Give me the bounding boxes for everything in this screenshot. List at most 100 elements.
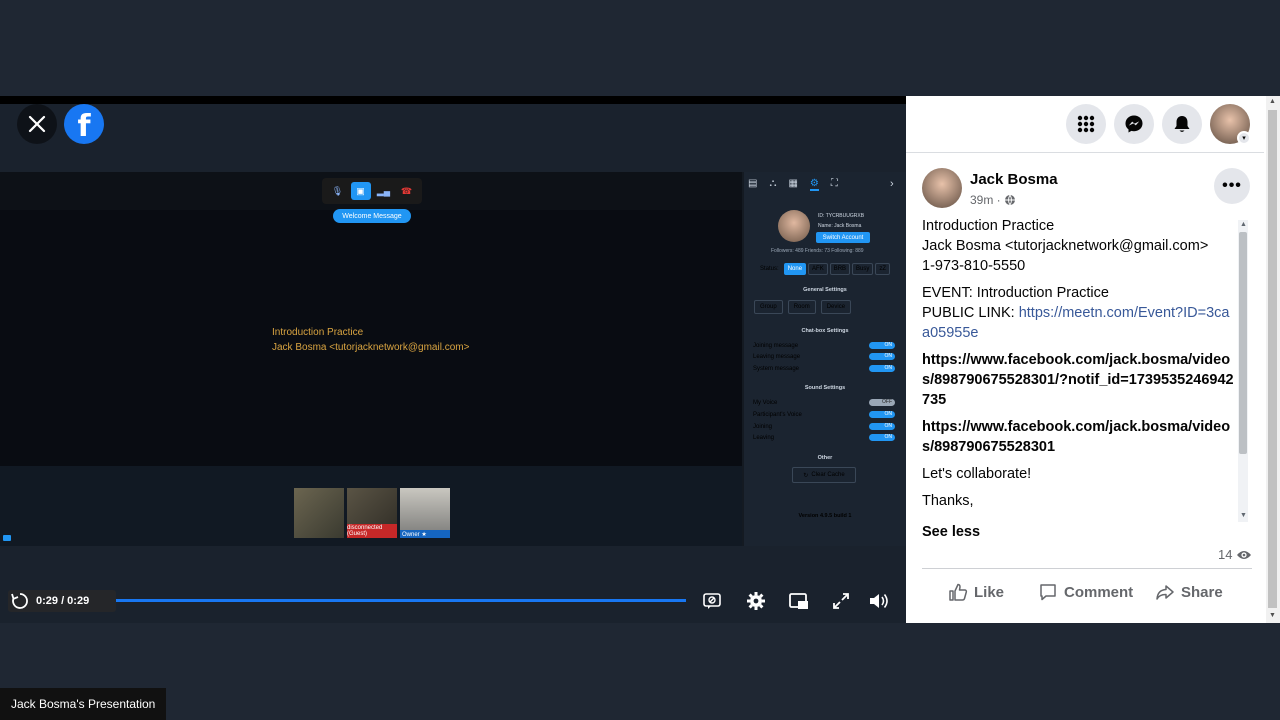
panel-tabs: ▤ ⛬ ▦ ⚙ ⛶ xyxy=(748,178,838,191)
share-button[interactable]: Share xyxy=(1155,580,1223,604)
setting-toggle: ON xyxy=(869,411,895,418)
participant-thumb: disconnected (Guest) xyxy=(347,488,397,538)
post-time-text: 39m · xyxy=(970,193,1001,207)
see-less-link[interactable]: See less xyxy=(922,524,980,540)
bell-icon xyxy=(1174,116,1190,132)
like-button[interactable]: Like xyxy=(948,580,1004,604)
status-option: AFK xyxy=(808,263,828,275)
status-option: Busy xyxy=(852,263,874,275)
setting-row: Joining message ON xyxy=(753,342,895,349)
setting-label: Leaving message xyxy=(753,353,801,360)
picture-in-picture-icon[interactable] xyxy=(788,590,810,612)
settings-icon[interactable] xyxy=(745,590,767,612)
setting-row: Joining ON xyxy=(753,423,895,430)
fullscreen-icon: ⛶ xyxy=(830,178,838,189)
page-scroll-down[interactable]: ▼ xyxy=(1269,612,1276,619)
corner-indicator xyxy=(3,535,11,541)
clear-cache-button: ↻ Clear Cache xyxy=(792,467,856,483)
post-event-block: EVENT: Introduction Practice PUBLIC LINK… xyxy=(922,283,1236,343)
page-scroll-up[interactable]: ▲ xyxy=(1269,98,1276,105)
share-icon xyxy=(1156,585,1174,600)
layout-icon: ▦ xyxy=(788,178,798,189)
setting-label: System message xyxy=(753,365,800,372)
replay-icon[interactable] xyxy=(10,591,30,611)
more-options-button[interactable]: ••• xyxy=(1214,168,1250,204)
setting-label: Participant's Voice xyxy=(753,411,802,418)
setting-toggle: ON xyxy=(869,434,895,441)
setting-row: My Voice OFF xyxy=(753,399,895,406)
author-name[interactable]: Jack Bosma xyxy=(970,171,1058,188)
setting-row: System message ON xyxy=(753,365,895,372)
post-line: Introduction Practice xyxy=(922,218,1055,234)
close-icon xyxy=(28,115,46,133)
post-link-block: https://www.facebook.com/jack.bosma/vide… xyxy=(922,350,1236,410)
shared-title: Introduction Practice xyxy=(272,327,364,338)
status-option: None xyxy=(783,263,807,275)
setting-row: Leaving message ON xyxy=(753,353,895,360)
page-scrollbar-thumb[interactable] xyxy=(1268,110,1277,608)
fullscreen-glyph xyxy=(833,593,849,609)
volume-icon[interactable] xyxy=(868,590,890,612)
notifications-button[interactable] xyxy=(1162,104,1202,144)
share-icon: ⛬ xyxy=(769,178,777,189)
panel-identity: ID: TYCRBUUGRXB Name: Jack Bosma xyxy=(818,211,864,231)
general-settings-buttons: Group Room Device xyxy=(754,300,852,314)
post-link-block: https://www.facebook.com/jack.bosma/vide… xyxy=(922,417,1236,457)
video-link[interactable]: https://www.facebook.com/jack.bosma/vide… xyxy=(922,352,1234,408)
meeting-controls: 🎙 ▣ ▂▄ ☎ xyxy=(322,178,422,204)
room-button: Room xyxy=(787,300,816,314)
post-scrollbar-thumb[interactable] xyxy=(1239,232,1247,454)
messenger-icon xyxy=(1125,115,1143,133)
facebook-logo[interactable]: f xyxy=(64,104,104,144)
scroll-down-arrow[interactable]: ▼ xyxy=(1240,512,1247,519)
close-button[interactable] xyxy=(17,104,57,144)
followers-line: Followers: 489 Friends: 73 Following: 88… xyxy=(771,248,864,254)
photo-viewer: f 🎙 ▣ ▂▄ ☎ Welcome Message Introduction … xyxy=(0,0,1280,720)
post-line: Thanks, xyxy=(922,493,974,509)
settings-glyph xyxy=(747,592,765,610)
messenger-button[interactable] xyxy=(1114,104,1154,144)
progress-bar[interactable] xyxy=(116,599,686,602)
setting-toggle: ON xyxy=(869,365,895,372)
volume-glyph xyxy=(870,594,888,608)
setting-toggle: ON xyxy=(869,423,895,430)
globe-icon xyxy=(1004,194,1015,206)
eye-icon xyxy=(1237,550,1252,559)
status-option: BRB xyxy=(829,263,851,275)
setting-row: Leaving ON xyxy=(753,434,895,441)
playback-bar xyxy=(0,584,906,620)
sound-settings-title: Sound Settings xyxy=(804,385,846,391)
menu-button[interactable] xyxy=(1066,104,1106,144)
setting-row: Participant's Voice ON xyxy=(753,411,895,418)
settings-gear-icon: ⚙ xyxy=(809,178,819,191)
chat-icon: ▤ xyxy=(748,178,758,189)
like-label: Like xyxy=(974,583,1005,601)
comment-icon xyxy=(1040,584,1056,601)
chatbox-settings-title: Chat-box Settings xyxy=(801,328,849,334)
fullscreen-icon[interactable] xyxy=(830,590,852,612)
presentation-caption: Jack Bosma's Presentation xyxy=(0,688,167,720)
post-line: Let's collaborate! xyxy=(922,466,1032,482)
setting-label: Joining xyxy=(753,423,773,430)
post-line: Jack Bosma <tutorjacknetwork@gmail.com> xyxy=(922,238,1209,254)
thumb-role: Owner ★ xyxy=(400,530,450,538)
comment-button[interactable]: Comment xyxy=(1038,580,1133,604)
post-line: 1-973-810-5550 xyxy=(922,258,1026,274)
welcome-message-button: Welcome Message xyxy=(333,209,411,223)
setting-toggle: ON xyxy=(869,342,895,349)
participant-thumb: Owner ★ xyxy=(400,488,450,538)
pip-glyph xyxy=(789,593,808,609)
captions-glyph xyxy=(703,593,721,609)
captions-icon[interactable] xyxy=(701,590,723,612)
actions-divider xyxy=(922,568,1252,569)
post-timestamp[interactable]: 39m · xyxy=(970,193,1016,207)
facebook-logo-letter: f xyxy=(77,109,91,144)
status-label: Status: xyxy=(760,266,779,272)
chevron-down-icon[interactable]: ▾ xyxy=(1237,131,1251,145)
panel-id: ID: TYCRBUUGRXB xyxy=(818,213,865,219)
author-avatar[interactable] xyxy=(922,168,962,208)
shared-email: Jack Bosma <tutorjacknetwork@gmail.com> xyxy=(272,342,470,353)
post-body: Introduction Practice Jack Bosma <tutorj… xyxy=(922,216,1236,518)
video-link[interactable]: https://www.facebook.com/jack.bosma/vide… xyxy=(922,419,1230,455)
scroll-up-arrow[interactable]: ▲ xyxy=(1240,221,1247,228)
